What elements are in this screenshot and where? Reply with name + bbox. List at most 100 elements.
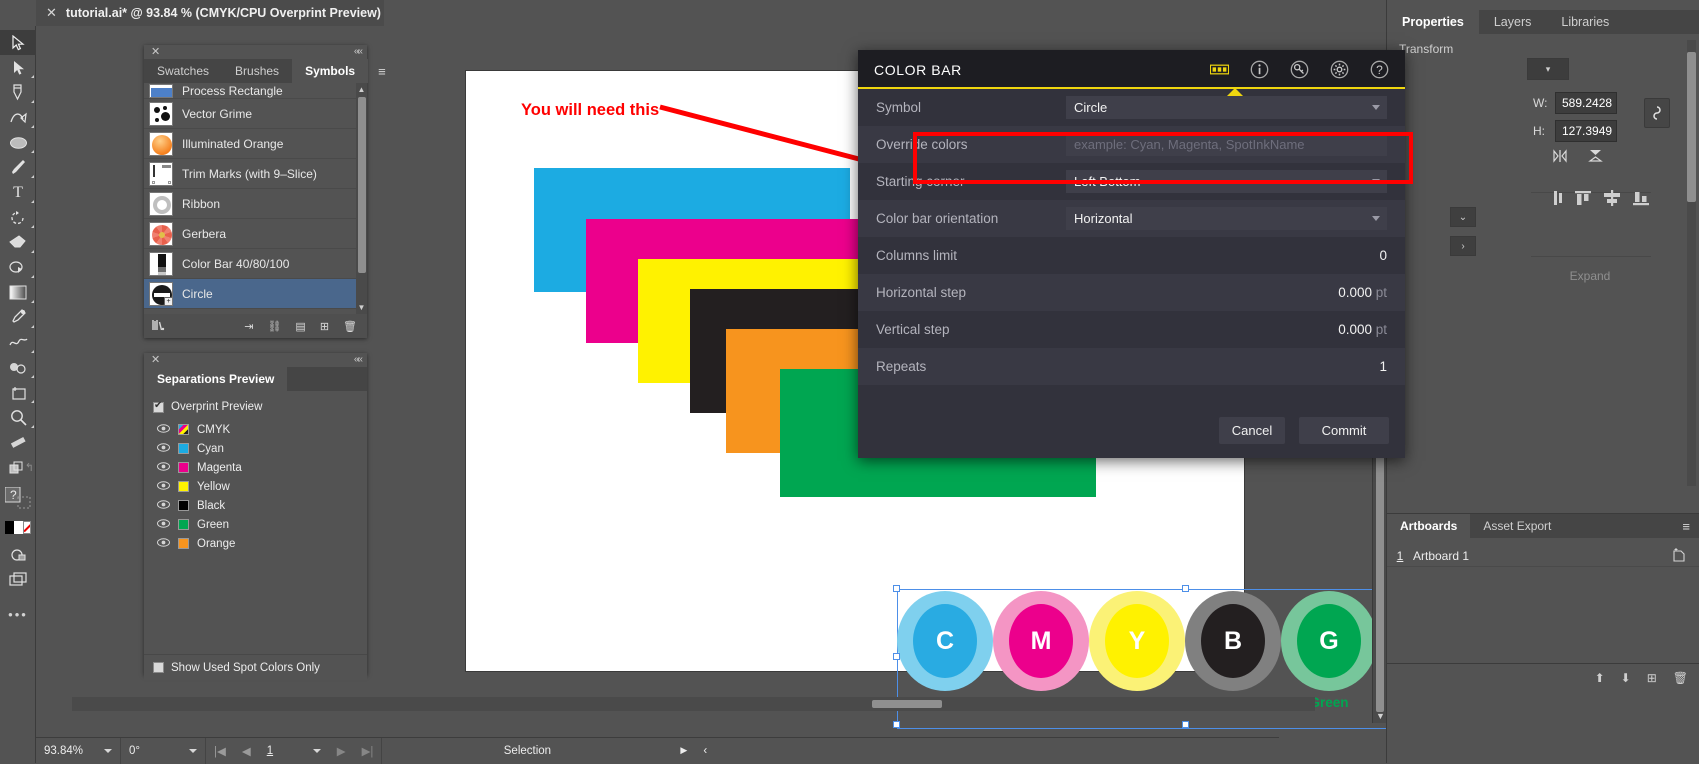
separations-ink-list[interactable]: CMYK Cyan Magenta Yellow Black Green Ora… (144, 420, 367, 553)
expand-button[interactable]: Expand (1557, 266, 1623, 286)
align-bottom-icon[interactable] (1632, 190, 1650, 211)
rotation-value[interactable]: 0° (121, 738, 181, 764)
symbols-panel[interactable]: ✕ «« Swatches Brushes Symbols ≡ Process … (144, 45, 367, 338)
symbol-libraries-icon[interactable] (144, 319, 166, 334)
selection-handle[interactable] (893, 721, 900, 728)
symbols-list[interactable]: Process RectangleVector GrimeIlluminated… (144, 83, 367, 314)
commit-button[interactable]: Commit (1299, 417, 1389, 444)
symbol-sprayer-tool[interactable] (0, 355, 36, 380)
separation-ink-row[interactable]: Green (144, 515, 367, 534)
field-row-symbol[interactable]: SymbolCircle (858, 89, 1405, 126)
color-bar-orientation-select[interactable]: Horizontal (1066, 207, 1387, 230)
symbol-list-item[interactable]: Illuminated Orange (144, 129, 367, 159)
show-used-spot-colors-checkbox[interactable] (153, 662, 164, 673)
key-icon[interactable] (1290, 60, 1309, 79)
none-swatch[interactable] (23, 521, 31, 534)
symbol-list-item[interactable]: Gerbera (144, 219, 367, 249)
visibility-eye-icon[interactable] (157, 462, 170, 474)
align-top-icon[interactable] (1574, 190, 1592, 211)
delete-artboard-icon[interactable]: 🗑 (1673, 671, 1688, 685)
field-row-color-bar-orientation[interactable]: Color bar orientationHorizontal (858, 200, 1405, 237)
symbols-panel-tabs[interactable]: Swatches Brushes Symbols ≡ (144, 59, 367, 83)
symbol-list-item[interactable]: Trim Marks (with 9–Slice) (144, 159, 367, 189)
columns-limit-value[interactable]: 0 (1379, 248, 1387, 263)
flip-horizontal-icon[interactable] (1553, 148, 1572, 163)
stroke-swatch[interactable] (14, 521, 23, 534)
status-play-icon[interactable]: ▶ (672, 738, 695, 764)
symbol-select[interactable]: Circle (1066, 96, 1387, 119)
symbol-list-item[interactable]: +Circle (144, 279, 367, 309)
symbol-options-icon[interactable]: ▤ (295, 320, 305, 333)
new-artboard-icon[interactable]: ⊞ (1647, 671, 1657, 685)
ink-circle[interactable]: YYellow (1089, 591, 1185, 691)
shape-builder-tool[interactable] (0, 255, 36, 280)
eyedropper-tool[interactable] (0, 305, 36, 330)
visibility-eye-icon[interactable] (157, 443, 170, 455)
symbol-list-item[interactable]: Process Rectangle (144, 83, 367, 99)
symbol-list-item[interactable]: Vector Grime (144, 99, 367, 129)
color-bar-icon[interactable] (1210, 60, 1229, 79)
overprint-preview-row[interactable]: Overprint Preview (144, 396, 367, 418)
direct-selection-tool[interactable] (0, 55, 36, 80)
separation-ink-row[interactable]: Yellow (144, 477, 367, 496)
status-back-icon[interactable]: ‹ (695, 738, 715, 764)
show-used-spot-colors-row[interactable]: Show Used Spot Colors Only (144, 654, 367, 680)
tab-asset-export[interactable]: Asset Export (1470, 514, 1564, 538)
arrange-tool[interactable]: ↰ (0, 455, 36, 483)
visibility-eye-icon[interactable] (157, 424, 170, 436)
selection-tool[interactable] (0, 30, 36, 55)
gear-icon[interactable] (1330, 60, 1349, 79)
artboard-name[interactable]: Artboard 1 (1413, 549, 1671, 563)
separations-preview-panel[interactable]: ✕ «« Separations Preview Overprint Previ… (144, 353, 367, 675)
visibility-eye-icon[interactable] (157, 481, 170, 493)
symbol-list-item[interactable]: Ribbon (144, 189, 367, 219)
selection-handle[interactable] (893, 585, 900, 592)
separation-ink-row[interactable]: Black (144, 496, 367, 515)
color-bar-dialog[interactable]: COLOR BAR ? SymbolCircleOverride colorse… (858, 50, 1405, 458)
collapse-icon[interactable]: «« (354, 46, 361, 57)
color-mode-icon[interactable] (0, 542, 36, 567)
move-down-icon[interactable]: ⬇ (1621, 671, 1631, 685)
first-artboard-icon[interactable]: |◀ (206, 738, 234, 764)
align-distribute-icon[interactable] (1553, 190, 1563, 211)
field-row-columns-limit[interactable]: Columns limit0 (858, 237, 1405, 274)
vertical-step-value[interactable]: 0.000 pt (1338, 322, 1387, 337)
cancel-button[interactable]: Cancel (1219, 417, 1285, 444)
eraser-tool[interactable] (0, 230, 36, 255)
new-artboard-icon[interactable] (1671, 547, 1699, 565)
tab-brushes[interactable]: Brushes (222, 59, 292, 83)
zoom-dropdown-icon[interactable] (96, 738, 120, 764)
next-artboard-icon[interactable]: ▶ (329, 738, 354, 764)
blend-tool[interactable] (0, 330, 36, 355)
tab-separations-preview[interactable]: Separations Preview (144, 367, 287, 391)
zoom-tool[interactable] (0, 405, 36, 430)
break-link-icon[interactable]: ⛓ (267, 320, 281, 333)
separation-ink-row[interactable]: Orange (144, 534, 367, 553)
artboards-panel-footer[interactable]: ⬆ ⬇ ⊞ 🗑 (1387, 663, 1699, 691)
scrollbar-thumb[interactable] (872, 700, 942, 708)
height-input[interactable]: 127.3949 (1555, 120, 1617, 142)
right-dock-tabs[interactable]: Properties Layers Libraries (1387, 10, 1699, 34)
visibility-eye-icon[interactable] (157, 538, 170, 550)
tab-symbols[interactable]: Symbols (292, 59, 368, 83)
panel-menu-icon[interactable]: ≡ (368, 59, 396, 83)
pen-tool[interactable] (0, 80, 36, 105)
ellipse-tool[interactable] (0, 130, 36, 155)
measure-tool[interactable] (0, 430, 36, 455)
move-up-icon[interactable]: ⬆ (1595, 671, 1605, 685)
symbols-scrollbar[interactable]: ▲▼ (356, 83, 367, 314)
visibility-eye-icon[interactable] (157, 500, 170, 512)
delete-symbol-icon[interactable]: 🗑 (343, 320, 357, 333)
separation-ink-row[interactable]: CMYK (144, 420, 367, 439)
tab-layers[interactable]: Layers (1479, 10, 1547, 34)
collapse-icon[interactable]: «« (354, 354, 361, 365)
place-symbol-instance-icon[interactable]: ⇥ (244, 320, 253, 333)
gradient-tool[interactable] (0, 280, 36, 305)
field-row-vertical-step[interactable]: Vertical step0.000 pt (858, 311, 1405, 348)
stroke-options-icon[interactable]: › (1450, 236, 1476, 256)
close-icon[interactable]: ✕ (151, 353, 160, 366)
fill-swatch[interactable] (5, 521, 14, 534)
separation-ink-row[interactable]: Magenta (144, 458, 367, 477)
ink-circle[interactable]: GGreen (1281, 591, 1377, 691)
type-tool[interactable]: T (0, 180, 36, 205)
